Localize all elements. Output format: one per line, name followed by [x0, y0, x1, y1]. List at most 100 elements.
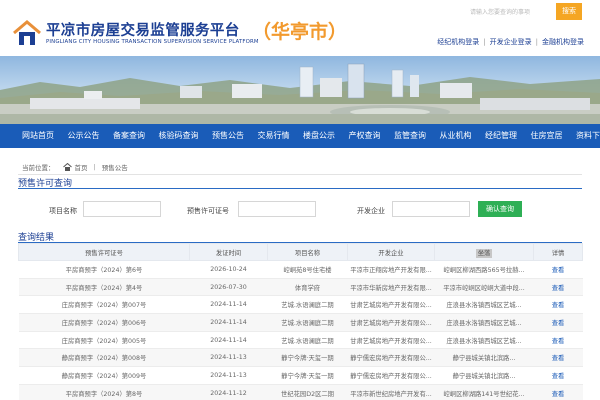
table-row: 庄房商预字（2024）第007号 2024-11-14 艺城.水语澜庭二期 甘肃… — [18, 295, 583, 315]
nav-presale-notice[interactable]: 预售公告 — [212, 124, 244, 148]
location-cell: 平凉市崆峒区崆峒大道中段... — [434, 278, 534, 297]
view-detail-link[interactable]: 查看 — [533, 313, 583, 332]
breadcrumb-separator: | — [93, 163, 96, 171]
permit-number-cell: 庄房商预字（2024）第006号 — [18, 313, 190, 332]
issue-date-cell: 2024-11-12 — [189, 384, 268, 400]
column-header: 预售许可证号 — [18, 243, 190, 261]
view-detail-link[interactable]: 查看 — [533, 331, 583, 350]
nav-property-listing[interactable]: 楼盘公示 — [303, 124, 335, 148]
permit-number-cell: 庄房商预字（2024）第005号 — [18, 331, 190, 350]
permit-number-input[interactable] — [238, 201, 316, 217]
nav-record-query[interactable]: 备案查询 — [113, 124, 145, 148]
login-links: 经纪机构登录 | 开发企业登录 | 金融机构登录 — [437, 37, 584, 47]
nav-supervision-query[interactable]: 监管查询 — [394, 124, 426, 148]
view-detail-link[interactable]: 查看 — [533, 278, 583, 297]
location-cell: 庄浪县水洛镇西城区艺城... — [434, 295, 534, 315]
nav-announcements[interactable]: 公示公告 — [68, 124, 100, 148]
developer-cell: 甘肃艺城房地产开发有限公... — [347, 295, 435, 315]
nav-livable-housing[interactable]: 住房宜居 — [531, 124, 563, 148]
table-row: 庄房商预字（2024）第005号 2024-11-14 艺城.水语澜庭二期 甘肃… — [18, 331, 583, 350]
view-detail-link[interactable]: 查看 — [533, 384, 583, 400]
divider: | — [535, 38, 538, 46]
nav-verification-code[interactable]: 核验码查询 — [159, 124, 199, 148]
nav-market-trends[interactable]: 交易行情 — [258, 124, 290, 148]
project-name-input[interactable] — [83, 201, 161, 217]
location-cell: 庄浪县水洛镇西城区艺城... — [434, 331, 534, 350]
divider — [18, 188, 582, 189]
finance-login-link[interactable]: 金融机构登录 — [542, 38, 584, 46]
permit-number-cell: 静房商预字（2024）第009号 — [18, 366, 190, 385]
city-name: （华亭市） — [252, 21, 348, 43]
table-row: 平房商预字（2024）第8号 2024-11-12 世纪花园D2区二期 平凉市新… — [18, 384, 583, 400]
issue-date-cell: 2024-11-14 — [189, 313, 268, 332]
issue-date-cell: 2024-11-13 — [189, 348, 268, 368]
developer-cell: 甘肃艺城房地产开发有限公... — [347, 313, 435, 332]
column-header: 发证时间 — [189, 243, 268, 261]
table-row: 静房商预字（2024）第008号 2024-11-13 静宁今牌·天玺一期 静宁… — [18, 348, 583, 368]
project-name-cell: 艺城.水语澜庭二期 — [267, 331, 348, 350]
table-row: 平房商预字（2024）第4号 2026-07-30 体育学府 平凉市华新房地产开… — [18, 278, 583, 297]
permit-number-label: 预售许可证号 — [187, 207, 229, 215]
view-detail-link[interactable]: 查看 — [533, 348, 583, 368]
location-cell: 静宁县城关镇北滨路... — [434, 366, 534, 385]
issue-date-cell: 2024-11-13 — [189, 366, 268, 385]
column-header: 开发企业 — [347, 243, 435, 261]
site-title: 平凉市房屋交易监管服务平台 — [46, 23, 240, 39]
house-logo-icon — [13, 20, 41, 45]
project-name-label: 项目名称 — [49, 207, 77, 215]
site-search-button[interactable]: 搜索 — [556, 3, 582, 20]
view-detail-link[interactable]: 查看 — [533, 366, 583, 385]
view-detail-link[interactable]: 查看 — [533, 295, 583, 315]
location-header-label: 坐落 — [475, 248, 493, 258]
breadcrumb-home-link[interactable]: 首页 — [75, 162, 88, 172]
site-search-input[interactable] — [470, 5, 552, 20]
developer-cell: 平凉市华新房地产开发有限... — [347, 278, 435, 297]
developer-cell: 静宁儒宏房地产开发有限公... — [347, 366, 435, 385]
column-header: 项目名称 — [267, 243, 348, 261]
table-row: 庄房商预字（2024）第006号 2024-11-14 艺城.水语澜庭二期 甘肃… — [18, 313, 583, 332]
project-name-cell: 世纪花园D2区二期 — [267, 384, 348, 400]
location-cell: 崆峒区柳湖路141号世纪花... — [434, 384, 534, 400]
nav-broker-management[interactable]: 经纪管理 — [485, 124, 517, 148]
developer-cell: 甘肃艺城房地产开发有限公... — [347, 331, 435, 350]
breadcrumb-label: 当前位置： — [22, 164, 55, 172]
nav-agencies[interactable]: 从业机构 — [440, 124, 472, 148]
developer-cell: 静宁儒宏房地产开发有限公... — [347, 348, 435, 368]
permit-number-cell: 平房商预字（2024）第8号 — [18, 384, 190, 400]
issue-date-cell: 2026-10-24 — [189, 260, 268, 279]
project-name-cell: 艺城.水语澜庭二期 — [267, 295, 348, 315]
confirm-query-button[interactable]: 确认查询 — [478, 201, 522, 217]
results-table: 预售许可证号 发证时间 项目名称 开发企业 坐落 详情 平房商预字（2024）第… — [18, 243, 583, 400]
home-icon — [62, 163, 72, 171]
divider: | — [483, 38, 486, 46]
city-skyline-illustration — [0, 63, 600, 124]
project-name-cell: 静宁今牌·天玺一期 — [267, 366, 348, 385]
location-cell: 崆峒区柳湖西路565号拉赫... — [434, 260, 534, 279]
project-name-cell: 体育学府 — [267, 278, 348, 297]
permit-number-cell: 平房商预字（2024）第6号 — [18, 260, 190, 279]
nav-downloads[interactable]: 资料下载 — [576, 124, 600, 148]
nav-title-query[interactable]: 产权查询 — [349, 124, 381, 148]
main-nav: 网站首页 公示公告 备案查询 核验码查询 预售公告 交易行情 楼盘公示 产权查询… — [0, 124, 600, 148]
table-header-row: 预售许可证号 发证时间 项目名称 开发企业 坐落 详情 — [18, 243, 583, 261]
column-header: 坐落 — [434, 243, 534, 261]
table-row: 静房商预字（2024）第009号 2024-11-13 静宁今牌·天玺一期 静宁… — [18, 366, 583, 385]
developer-input[interactable] — [392, 201, 470, 217]
developer-login-link[interactable]: 开发企业登录 — [490, 38, 532, 46]
nav-home[interactable]: 网站首页 — [22, 124, 54, 148]
permit-number-cell: 庄房商预字（2024）第007号 — [18, 295, 190, 315]
developer-cell: 平凉市新世纪房地产开发有... — [347, 384, 435, 400]
city-banner-image — [0, 56, 600, 124]
issue-date-cell: 2024-11-14 — [189, 295, 268, 315]
breadcrumb: 当前位置： 首页 | 预售公告 — [22, 162, 128, 172]
view-detail-link[interactable]: 查看 — [533, 260, 583, 279]
permit-number-cell: 静房商预字（2024）第008号 — [18, 348, 190, 368]
project-name-cell: 崆峒苑8号住宅楼 — [267, 260, 348, 279]
project-name-cell: 艺城.水语澜庭二期 — [267, 313, 348, 332]
developer-label: 开发企业 — [357, 207, 385, 215]
column-header: 详情 — [533, 243, 583, 261]
issue-date-cell: 2026-07-30 — [189, 278, 268, 297]
divider — [18, 174, 582, 175]
broker-login-link[interactable]: 经纪机构登录 — [437, 38, 479, 46]
location-cell: 庄浪县水洛镇西城区艺城... — [434, 313, 534, 332]
